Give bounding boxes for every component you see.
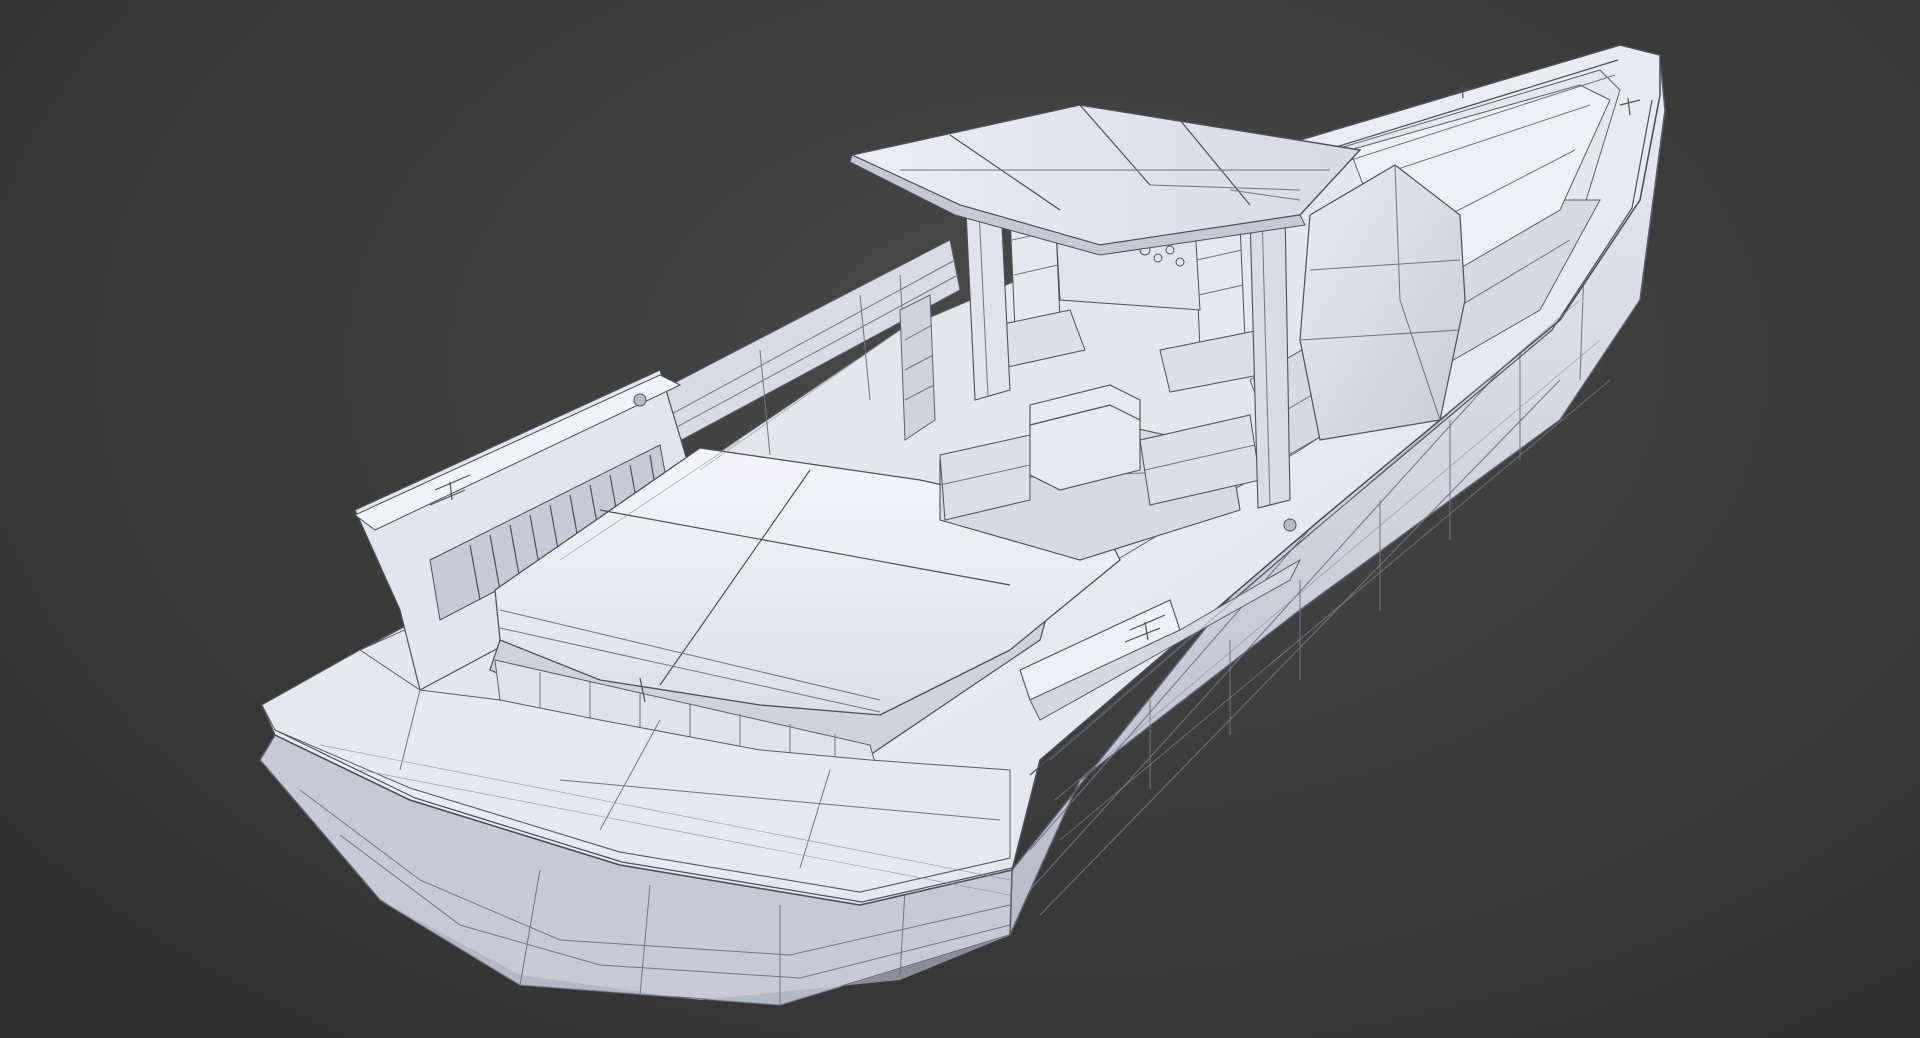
center-console — [1299, 164, 1466, 441]
boat-model-render — [259, 44, 1666, 1006]
render-viewport — [0, 0, 1920, 1038]
